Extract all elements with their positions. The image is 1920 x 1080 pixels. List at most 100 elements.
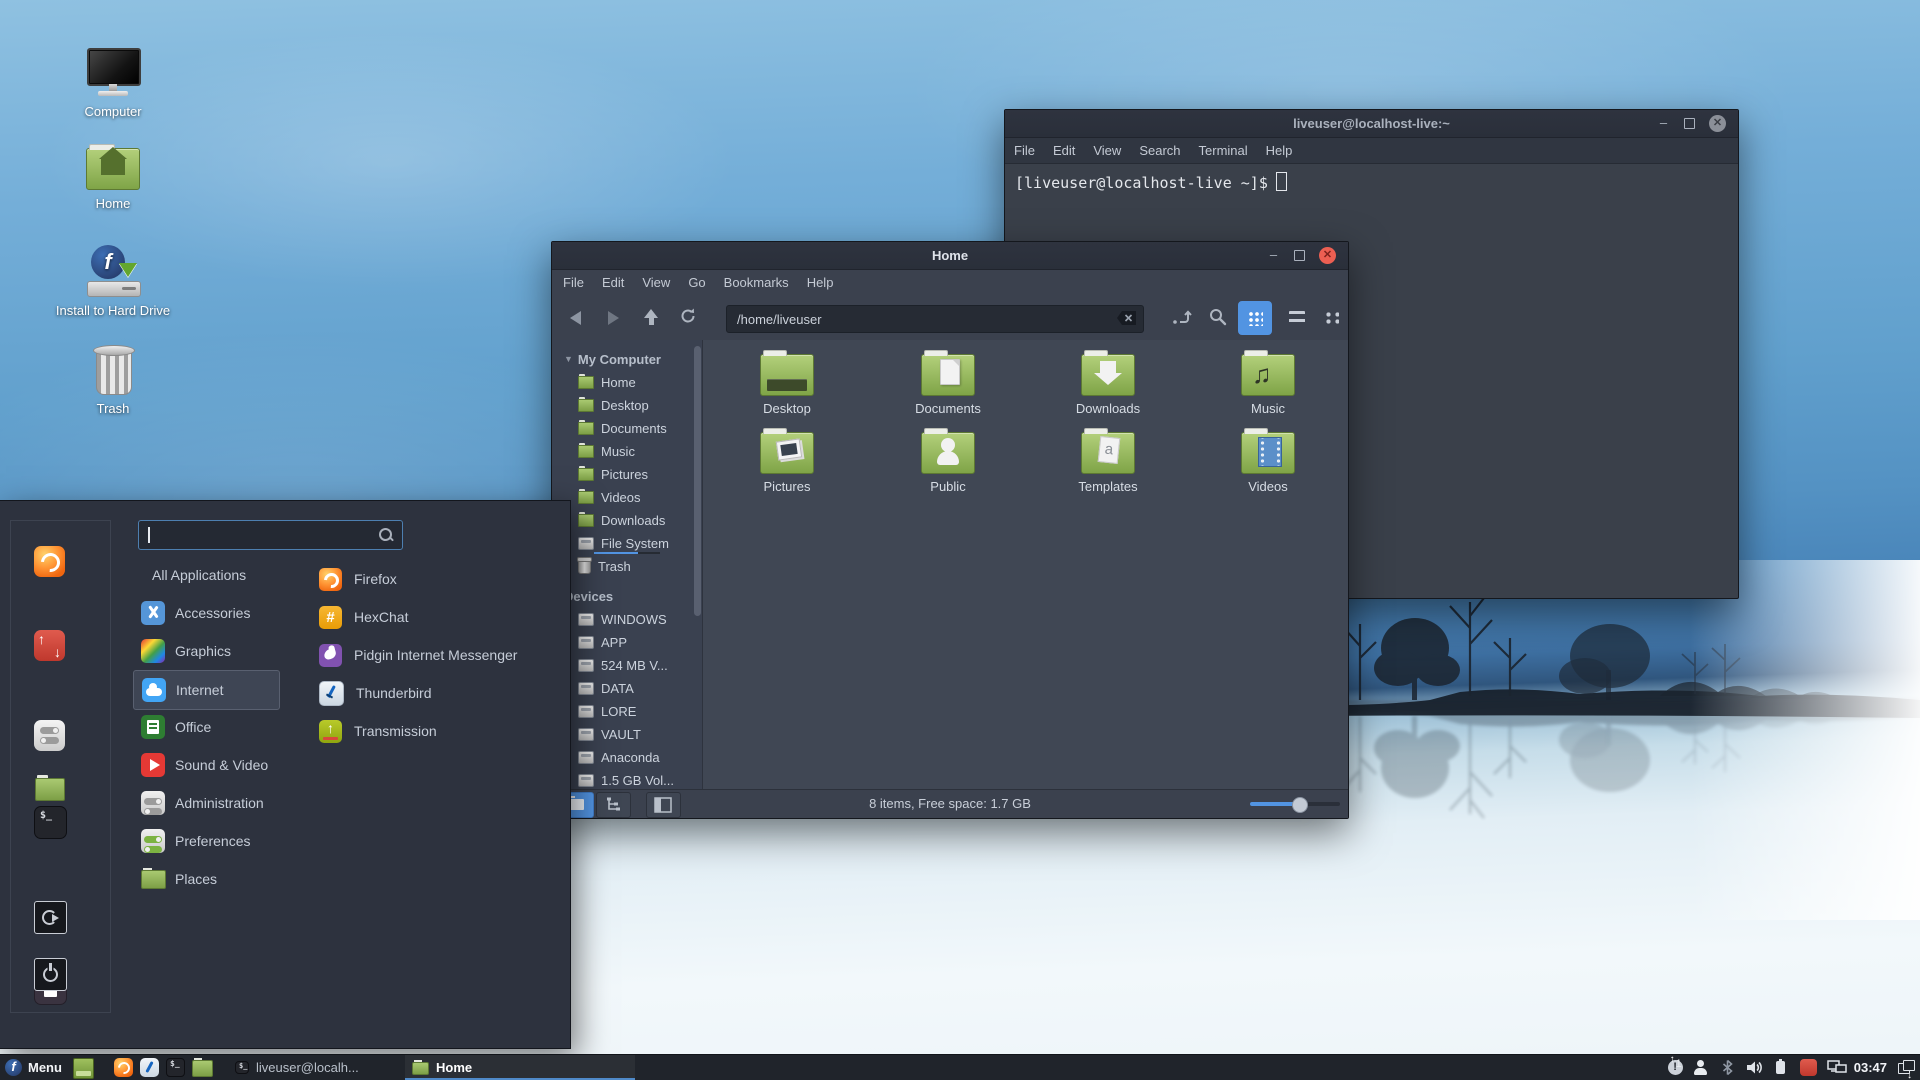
zoom-slider-handle[interactable]: [1292, 797, 1308, 813]
sidebar-item-downloads[interactable]: Downloads: [552, 509, 702, 532]
sidebar-item-pictures[interactable]: Pictures: [552, 463, 702, 486]
category-office[interactable]: Office: [133, 708, 278, 746]
sidebar-item-file-system[interactable]: File System: [552, 532, 702, 555]
show-desktop-button[interactable]: [73, 1058, 94, 1079]
bluetooth-icon[interactable]: [1719, 1059, 1736, 1076]
terminal-favorite-icon[interactable]: $_: [34, 806, 67, 839]
network-icon[interactable]: [1827, 1059, 1847, 1076]
sidebar-device-15gb[interactable]: 1.5 GB Vol...: [552, 769, 702, 790]
menu-file[interactable]: File: [1005, 143, 1044, 158]
system-settings-favorite-icon[interactable]: [34, 720, 65, 751]
sidebar-device-vault[interactable]: VAULT: [552, 723, 702, 746]
sidebar-device-524mb[interactable]: 524 MB V...: [552, 654, 702, 677]
category-places[interactable]: Places: [133, 860, 278, 898]
compact-view-button[interactable]: [1314, 301, 1348, 335]
folder-item-templates[interactable]: a Templates: [1043, 428, 1173, 494]
firefox-launcher[interactable]: [114, 1058, 133, 1077]
sidebar-item-home[interactable]: Home: [552, 371, 702, 394]
menu-button[interactable]: f Menu: [5, 1055, 62, 1080]
sidebar-item-music[interactable]: Music: [552, 440, 702, 463]
file-manager-titlebar[interactable]: Home – ✕: [552, 242, 1348, 270]
maximize-button[interactable]: [1291, 247, 1308, 264]
menu-view[interactable]: View: [633, 275, 679, 290]
forward-button[interactable]: [602, 308, 622, 328]
updates-available-icon[interactable]: [1799, 1059, 1817, 1076]
file-grid[interactable]: Desktop Documents Downloads ♫ Music Pict…: [703, 340, 1348, 790]
sidebar-item-desktop[interactable]: Desktop: [552, 394, 702, 417]
taskbar-window-terminal[interactable]: $_ liveuser@localh...: [228, 1055, 400, 1080]
menu-search-input[interactable]: [147, 522, 361, 548]
minimize-button[interactable]: –: [1265, 247, 1282, 264]
search-icon[interactable]: [1208, 307, 1228, 327]
user-applet-icon[interactable]: [1692, 1059, 1709, 1076]
zoom-slider[interactable]: [1250, 797, 1340, 813]
folder-item-videos[interactable]: Videos: [1203, 428, 1333, 494]
software-updater-favorite-icon[interactable]: ↑ ↓: [34, 630, 65, 661]
shutdown-icon[interactable]: [34, 958, 67, 991]
menu-edit[interactable]: Edit: [1044, 143, 1084, 158]
files-launcher[interactable]: [192, 1058, 213, 1077]
sidebar-device-lore[interactable]: LORE: [552, 700, 702, 723]
icon-view-button[interactable]: [1238, 301, 1272, 335]
sidebar-scrollbar[interactable]: [694, 346, 701, 616]
clock[interactable]: 03:47: [1854, 1060, 1887, 1075]
close-button[interactable]: ✕: [1709, 115, 1726, 132]
sidebar-device-data[interactable]: DATA: [552, 677, 702, 700]
battery-icon[interactable]: [1773, 1059, 1790, 1076]
category-graphics[interactable]: Graphics: [133, 632, 278, 670]
app-item-pidgin[interactable]: Pidgin Internet Messenger: [310, 636, 560, 674]
menu-edit[interactable]: Edit: [593, 275, 633, 290]
app-item-transmission[interactable]: ↑ Transmission: [310, 712, 560, 750]
terminal-launcher[interactable]: $_: [166, 1058, 185, 1077]
logout-icon[interactable]: [34, 901, 67, 934]
menu-bookmarks[interactable]: Bookmarks: [715, 275, 798, 290]
sidebar-item-videos[interactable]: Videos: [552, 486, 702, 509]
app-item-hexchat[interactable]: # HexChat: [310, 598, 560, 636]
app-item-thunderbird[interactable]: Thunderbird: [310, 674, 560, 712]
sidebar-device-anaconda[interactable]: Anaconda: [552, 746, 702, 769]
sidebar-item-documents[interactable]: Documents: [552, 417, 702, 440]
sidebar-section-my-computer[interactable]: ▼ My Computer: [552, 347, 702, 371]
category-administration[interactable]: Administration: [133, 784, 278, 822]
menu-search[interactable]: Search: [1130, 143, 1189, 158]
up-button[interactable]: [640, 308, 660, 328]
category-sound-video[interactable]: Sound & Video: [133, 746, 278, 784]
desktop-icon-install[interactable]: f Install to Hard Drive: [43, 245, 183, 318]
folder-item-documents[interactable]: Documents: [883, 350, 1013, 416]
category-accessories[interactable]: Accessories: [133, 594, 278, 632]
refresh-button[interactable]: [678, 306, 698, 326]
desktop-icon-home[interactable]: Home: [43, 144, 183, 211]
volume-icon[interactable]: [1746, 1059, 1763, 1076]
toggle-location-entry-icon[interactable]: [1172, 307, 1192, 327]
minimize-button[interactable]: –: [1655, 115, 1672, 132]
close-button[interactable]: ✕: [1319, 247, 1336, 264]
folder-item-downloads[interactable]: Downloads: [1043, 350, 1173, 416]
sidebar-device-app[interactable]: APP: [552, 631, 702, 654]
firefox-favorite-icon[interactable]: [34, 546, 65, 577]
category-internet[interactable]: Internet: [133, 670, 280, 710]
desktop-icon-computer[interactable]: Computer: [43, 48, 183, 119]
sidebar-item-trash[interactable]: Trash: [552, 555, 702, 578]
menu-view[interactable]: View: [1084, 143, 1130, 158]
folder-item-music[interactable]: ♫ Music: [1203, 350, 1333, 416]
folder-item-public[interactable]: Public: [883, 428, 1013, 494]
sidebar-device-windows[interactable]: WINDOWS: [552, 608, 702, 631]
menu-file[interactable]: File: [554, 275, 593, 290]
menu-go[interactable]: Go: [679, 275, 714, 290]
thunderbird-launcher[interactable]: [140, 1058, 159, 1077]
desktop-icon-trash[interactable]: Trash: [43, 345, 183, 416]
menu-help[interactable]: Help: [798, 275, 843, 290]
window-quick-list-icon[interactable]: [1897, 1059, 1915, 1076]
category-all-applications[interactable]: All Applications: [133, 556, 278, 594]
category-preferences[interactable]: Preferences: [133, 822, 278, 860]
files-favorite-icon[interactable]: [34, 774, 65, 805]
maximize-button[interactable]: [1681, 115, 1698, 132]
folder-item-desktop[interactable]: Desktop: [722, 350, 852, 416]
menu-terminal[interactable]: Terminal: [1190, 143, 1257, 158]
list-view-button[interactable]: [1280, 301, 1314, 335]
taskbar-window-home[interactable]: Home: [405, 1055, 635, 1080]
clear-path-icon[interactable]: [1117, 311, 1137, 325]
menu-help[interactable]: Help: [1257, 143, 1302, 158]
app-item-firefox[interactable]: Firefox: [310, 560, 560, 598]
path-input[interactable]: [735, 307, 1109, 331]
